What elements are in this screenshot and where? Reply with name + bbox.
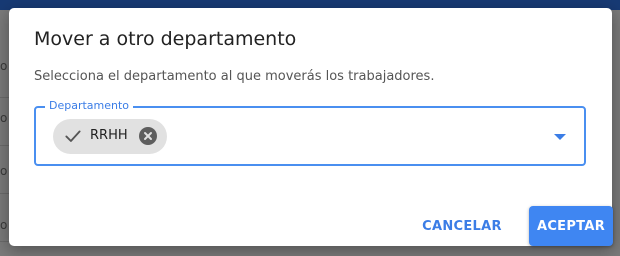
dialog-title: Mover a otro departamento [34, 28, 297, 50]
background-row [0, 50, 9, 98]
accept-button[interactable]: ACEPTAR [529, 206, 613, 246]
background-row-text: o [0, 164, 8, 178]
department-select[interactable]: Departamento RRHH [34, 99, 586, 166]
department-field-label: Departamento [45, 99, 134, 112]
caret-down-icon[interactable] [553, 133, 567, 141]
chip-label: RRHH [90, 128, 128, 143]
dialog-description: Selecciona el departamento al que moverá… [34, 69, 435, 84]
close-circle-icon[interactable] [139, 127, 157, 145]
cancel-button[interactable]: CANCELAR [421, 206, 503, 246]
check-icon [65, 130, 81, 142]
background-row-text: o [0, 111, 8, 125]
selected-department-chip[interactable]: RRHH [53, 119, 167, 154]
background-row-text: o [0, 59, 8, 73]
background-row-text: o [0, 218, 8, 232]
move-department-dialog: Mover a otro departamento Selecciona el … [9, 8, 613, 246]
